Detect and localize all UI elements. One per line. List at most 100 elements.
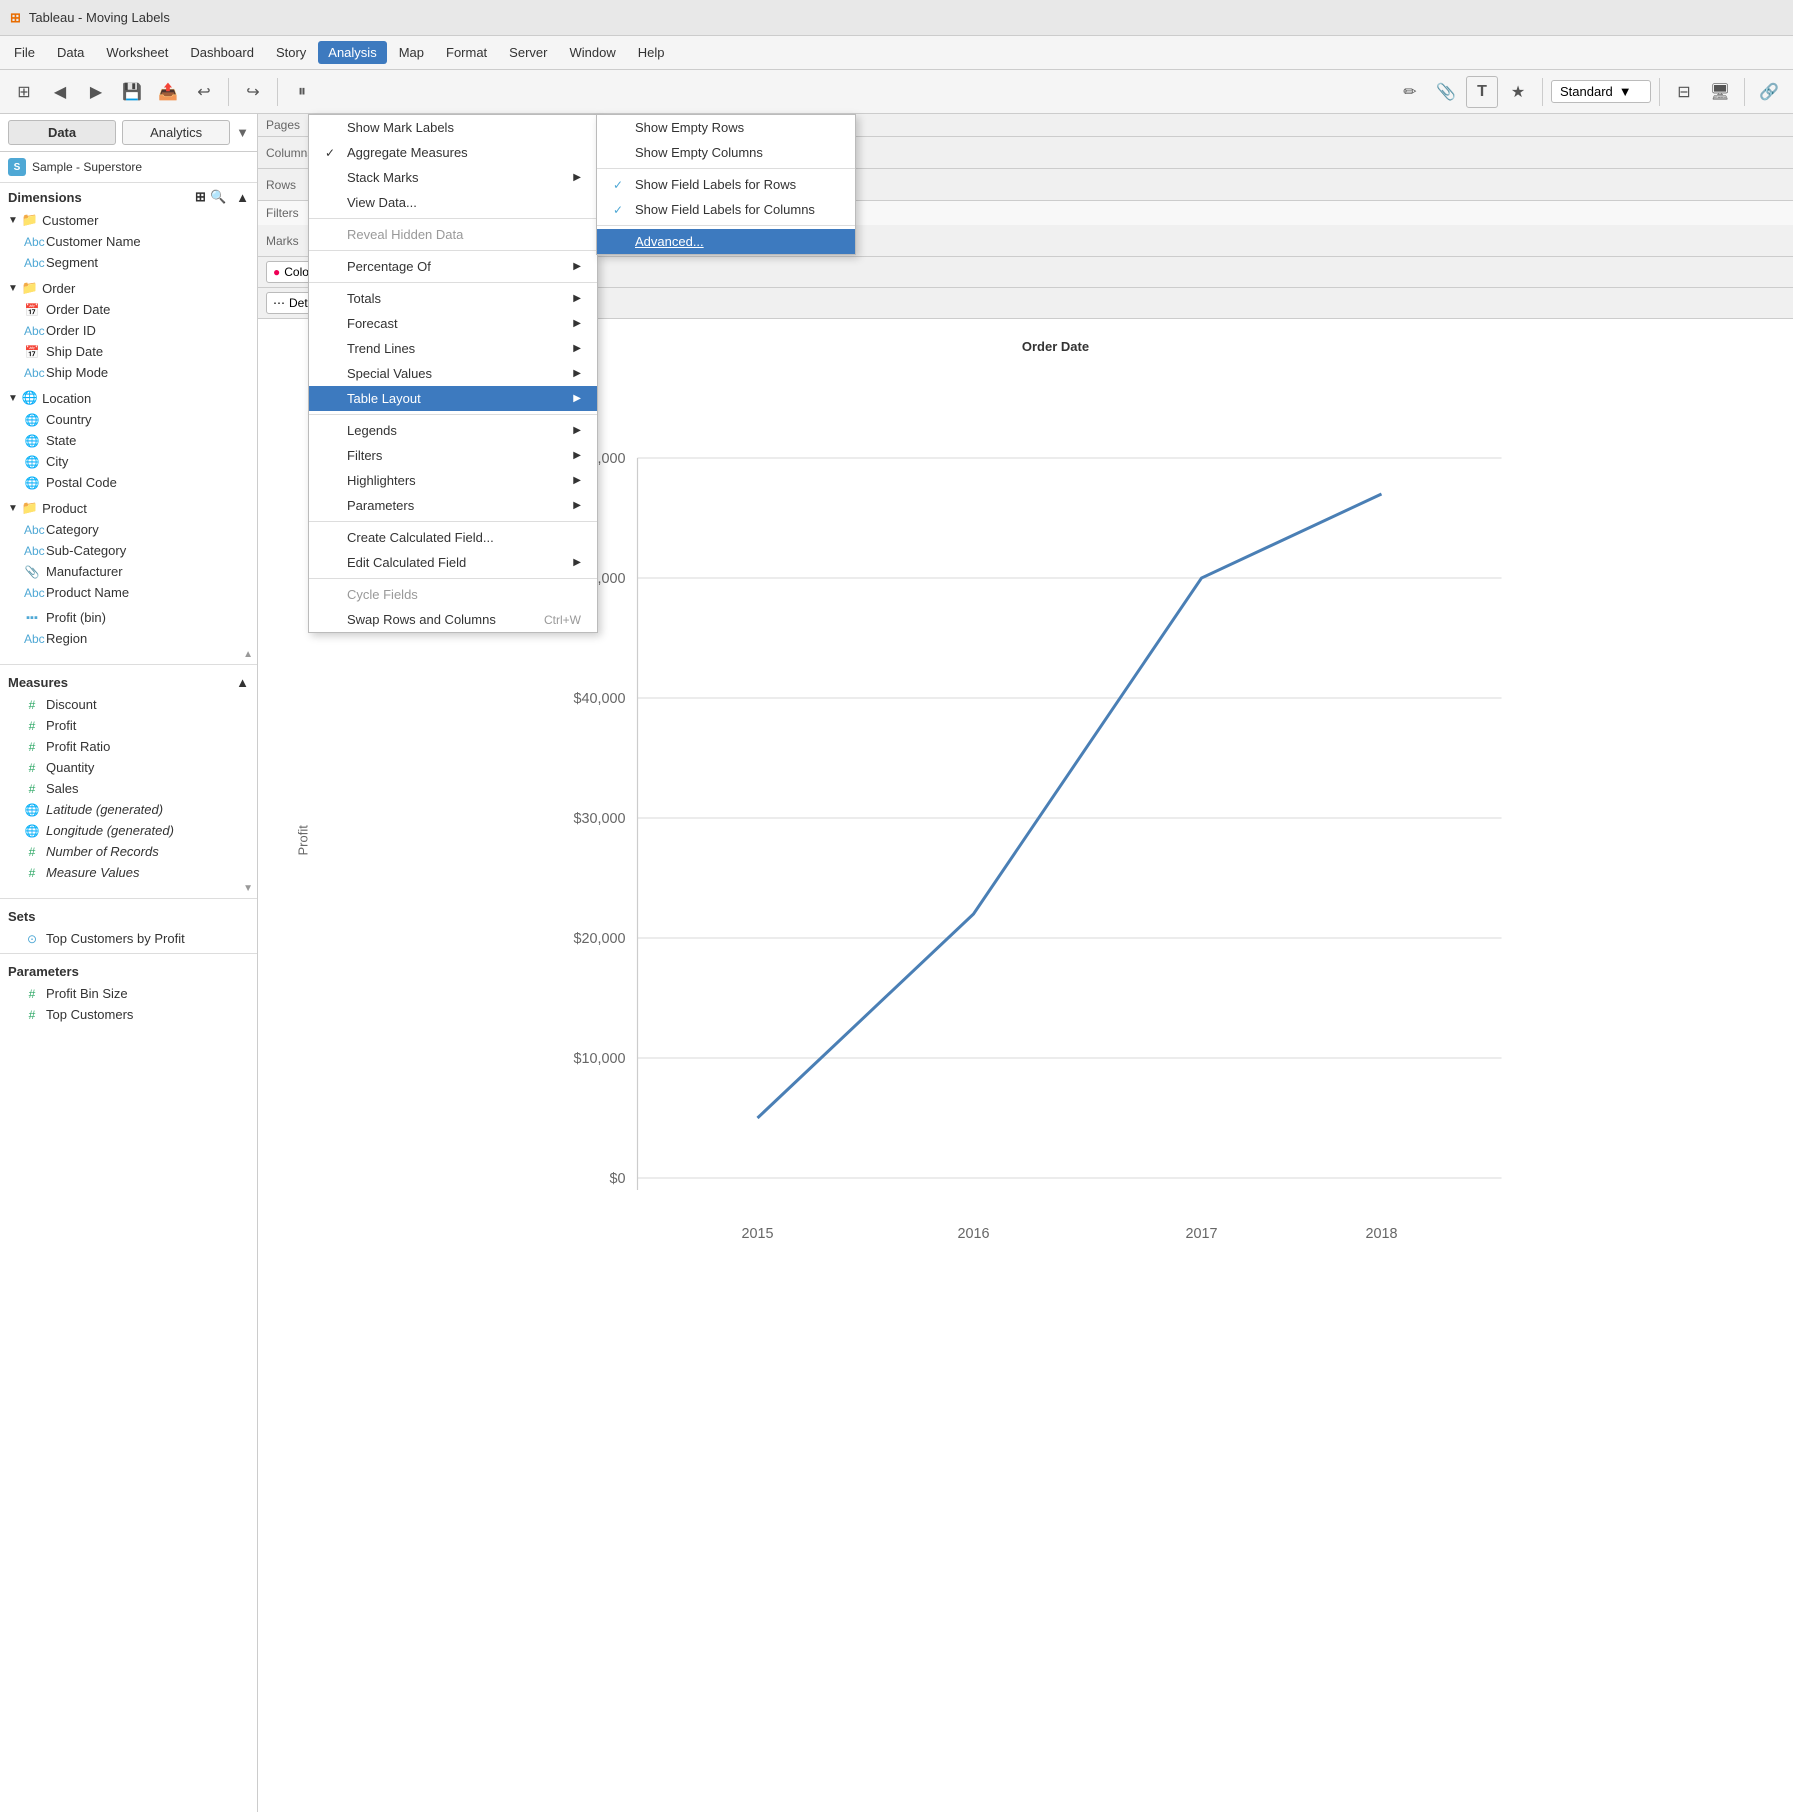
field-order-id[interactable]: Abc Order ID [0,320,257,341]
menu-help[interactable]: Help [628,41,675,64]
menu-view-data[interactable]: View Data... [309,190,597,215]
toolbar-device-btn[interactable]: 🖥 [1704,76,1736,108]
field-quantity[interactable]: # Quantity [0,757,257,778]
tab-data[interactable]: Data [8,120,116,145]
chevron-down-icon: ▼ [1619,84,1632,99]
menu-filters[interactable]: Filters ▶ [309,443,597,468]
menu-edit-calculated[interactable]: Edit Calculated Field ▶ [309,550,597,575]
menu-data[interactable]: Data [47,41,94,64]
analysis-dropdown-menu[interactable]: Show Mark Labels ✓ Aggregate Measures St… [308,114,598,633]
submenu-show-empty-cols[interactable]: Show Empty Columns [597,140,855,165]
menu-table-layout[interactable]: Table Layout ▶ [309,386,597,411]
field-profit-bin[interactable]: ▪▪▪ Profit (bin) [0,607,257,628]
submenu-show-field-labels-rows[interactable]: ✓ Show Field Labels for Rows [597,172,855,197]
toolbar-text-btn[interactable]: T [1466,76,1498,108]
menu-stack-marks[interactable]: Stack Marks ▶ [309,165,597,190]
toolbar-share-btn[interactable]: 🔗 [1753,76,1785,108]
menu-window[interactable]: Window [559,41,625,64]
menu-create-calculated[interactable]: Create Calculated Field... [309,525,597,550]
field-manufacturer[interactable]: 📎 Manufacturer [0,561,257,582]
divider-3 [0,953,257,954]
menu-map[interactable]: Map [389,41,434,64]
toolbar-new-btn[interactable]: ⊞ [8,76,40,108]
field-measure-values[interactable]: # Measure Values [0,862,257,883]
menu-worksheet[interactable]: Worksheet [96,41,178,64]
toolbar-undo-btn[interactable]: ↩ [188,76,220,108]
scroll-up-icon[interactable]: ▲ [243,649,253,660]
collapse-icon[interactable]: ▲ [236,190,249,205]
toolbar-forward-btn[interactable]: ▶ [80,76,112,108]
menu-parameters[interactable]: Parameters ▶ [309,493,597,518]
field-category[interactable]: Abc Category [0,519,257,540]
group-product-header[interactable]: ▼ 📁 Product [0,497,257,519]
field-country[interactable]: 🌐 Country [0,409,257,430]
item-label: Edit Calculated Field [347,555,466,570]
menu-aggregate-measures[interactable]: ✓ Aggregate Measures [309,140,597,165]
menu-trend-lines[interactable]: Trend Lines ▶ [309,336,597,361]
field-profit[interactable]: # Profit [0,715,257,736]
toolbar-star-btn[interactable]: ★ [1502,76,1534,108]
menu-legends[interactable]: Legends ▶ [309,418,597,443]
toolbar-pen-btn[interactable]: ✏ [1394,76,1426,108]
submenu-show-field-labels-cols[interactable]: ✓ Show Field Labels for Columns [597,197,855,222]
toolbar-pin-btn[interactable]: 📎 [1430,76,1462,108]
menu-swap-rows-cols[interactable]: Swap Rows and Columns Ctrl+W [309,607,597,632]
table-layout-submenu[interactable]: Show Empty Rows Show Empty Columns ✓ Sho… [596,114,856,255]
group-customer-header[interactable]: ▼ 📁 Customer [0,209,257,231]
globe-icon: 🌐 [24,824,40,838]
tab-analytics[interactable]: Analytics [122,120,230,145]
field-num-records[interactable]: # Number of Records [0,841,257,862]
group-order-header[interactable]: ▼ 📁 Order [0,277,257,299]
menu-percentage-of[interactable]: Percentage Of ▶ [309,254,597,279]
field-latitude[interactable]: 🌐 Latitude (generated) [0,799,257,820]
toolbar-publish-btn[interactable]: 📤 [152,76,184,108]
search-icon[interactable]: 🔍 [210,189,226,205]
toolbar-standard-dropdown[interactable]: Standard ▼ [1551,80,1651,103]
field-longitude[interactable]: 🌐 Longitude (generated) [0,820,257,841]
field-ship-mode[interactable]: Abc Ship Mode [0,362,257,383]
menu-story[interactable]: Story [266,41,316,64]
field-city[interactable]: 🌐 City [0,451,257,472]
group-location-header[interactable]: ▼ 🌐 Location [0,387,257,409]
toolbar-presentation-btn[interactable]: ⊟ [1668,76,1700,108]
measures-collapse-icon[interactable]: ▲ [236,675,249,690]
toolbar-save-btn[interactable]: 💾 [116,76,148,108]
field-profit-ratio[interactable]: # Profit Ratio [0,736,257,757]
field-profit-bin-size[interactable]: # Profit Bin Size [0,983,257,1004]
menu-analysis[interactable]: Analysis [318,41,386,64]
grid-icon[interactable]: ⊞ [195,189,206,205]
menu-totals[interactable]: Totals ▶ [309,286,597,311]
field-top-customers[interactable]: ⊙ Top Customers by Profit [0,928,257,949]
field-customer-name[interactable]: Abc Customer Name [0,231,257,252]
submenu-show-empty-rows[interactable]: Show Empty Rows [597,115,855,140]
menu-server[interactable]: Server [499,41,557,64]
submenu-advanced[interactable]: Advanced... [597,229,855,254]
menu-dashboard[interactable]: Dashboard [180,41,264,64]
calendar-icon: 📅 [24,345,40,359]
field-ship-date[interactable]: 📅 Ship Date [0,341,257,362]
field-discount[interactable]: # Discount [0,694,257,715]
field-product-name[interactable]: Abc Product Name [0,582,257,603]
menu-special-values[interactable]: Special Values ▶ [309,361,597,386]
separator [309,578,597,579]
field-state[interactable]: 🌐 State [0,430,257,451]
menu-forecast[interactable]: Forecast ▶ [309,311,597,336]
toolbar-redo-btn[interactable]: ↪ [237,76,269,108]
scroll-down-icon[interactable]: ▼ [243,883,253,894]
data-source[interactable]: S Sample - Superstore [0,152,257,183]
field-top-customers-param[interactable]: # Top Customers [0,1004,257,1025]
field-order-date[interactable]: 📅 Order Date [0,299,257,320]
toolbar-back-btn[interactable]: ◀ [44,76,76,108]
field-subcategory[interactable]: Abc Sub-Category [0,540,257,561]
toolbar-pause-btn[interactable]: ⏸ [286,76,318,108]
menu-format[interactable]: Format [436,41,497,64]
menu-show-mark-labels[interactable]: Show Mark Labels [309,115,597,140]
field-sales[interactable]: # Sales [0,778,257,799]
field-label: Category [46,522,99,537]
field-segment[interactable]: Abc Segment [0,252,257,273]
field-postal-code[interactable]: 🌐 Postal Code [0,472,257,493]
field-region[interactable]: Abc Region [0,628,257,649]
menu-file[interactable]: File [4,41,45,64]
menu-highlighters[interactable]: Highlighters ▶ [309,468,597,493]
panel-chevron-icon[interactable]: ▼ [236,125,249,140]
